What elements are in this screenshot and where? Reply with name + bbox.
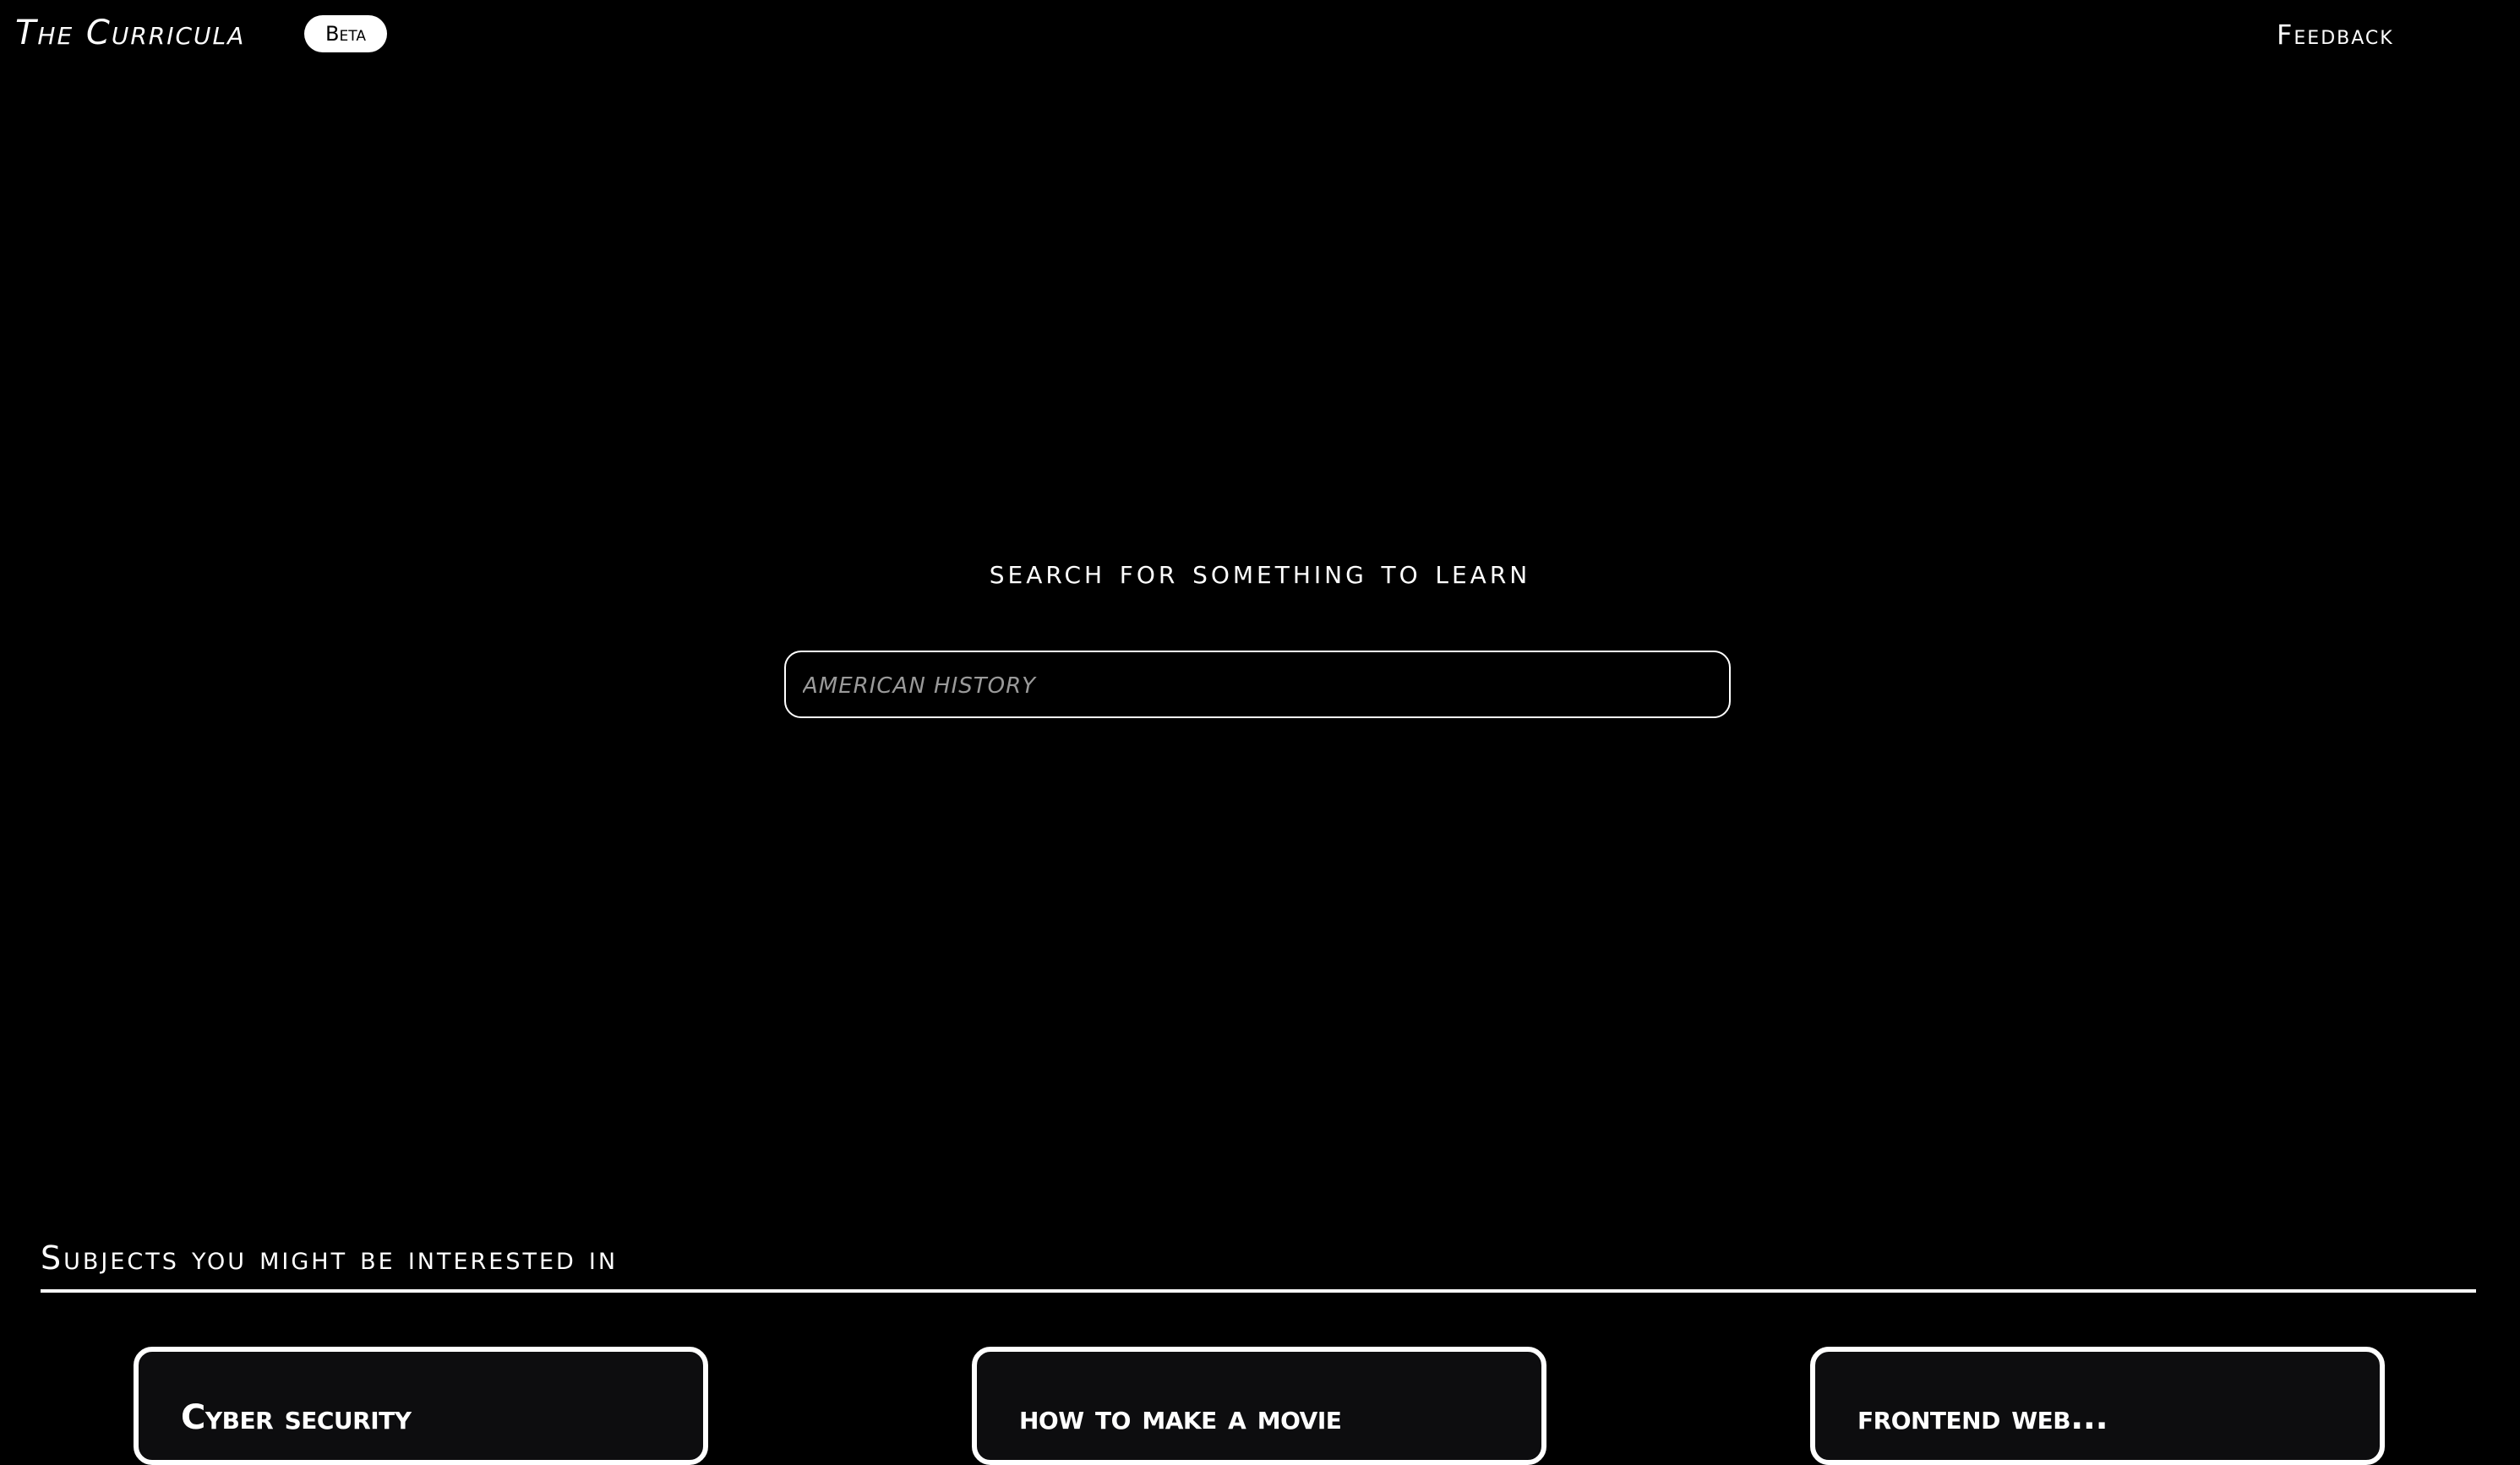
section-divider	[41, 1289, 2476, 1293]
search-box[interactable]	[784, 651, 1731, 718]
site-logo-title[interactable]: The Curricula	[15, 12, 245, 54]
top-bar: The Curricula Beta Feedback	[0, 0, 2520, 69]
subject-card-title: Cyber security	[181, 1398, 412, 1437]
subject-card-title: how to make a movie	[1019, 1398, 1342, 1437]
search-heading: search for something to learn	[989, 553, 1531, 591]
subject-card-frontend-web[interactable]: frontend web...	[1810, 1347, 2385, 1465]
beta-badge: Beta	[304, 15, 387, 52]
subjects-section-title: Subjects you might be interested in	[41, 1239, 619, 1277]
feedback-link[interactable]: Feedback	[2277, 17, 2394, 52]
subject-card-title: frontend web...	[1857, 1398, 2108, 1437]
subject-card-cyber-security[interactable]: Cyber security	[134, 1347, 708, 1465]
search-input[interactable]	[801, 652, 1714, 716]
subject-card-make-a-movie[interactable]: how to make a movie	[972, 1347, 1546, 1465]
